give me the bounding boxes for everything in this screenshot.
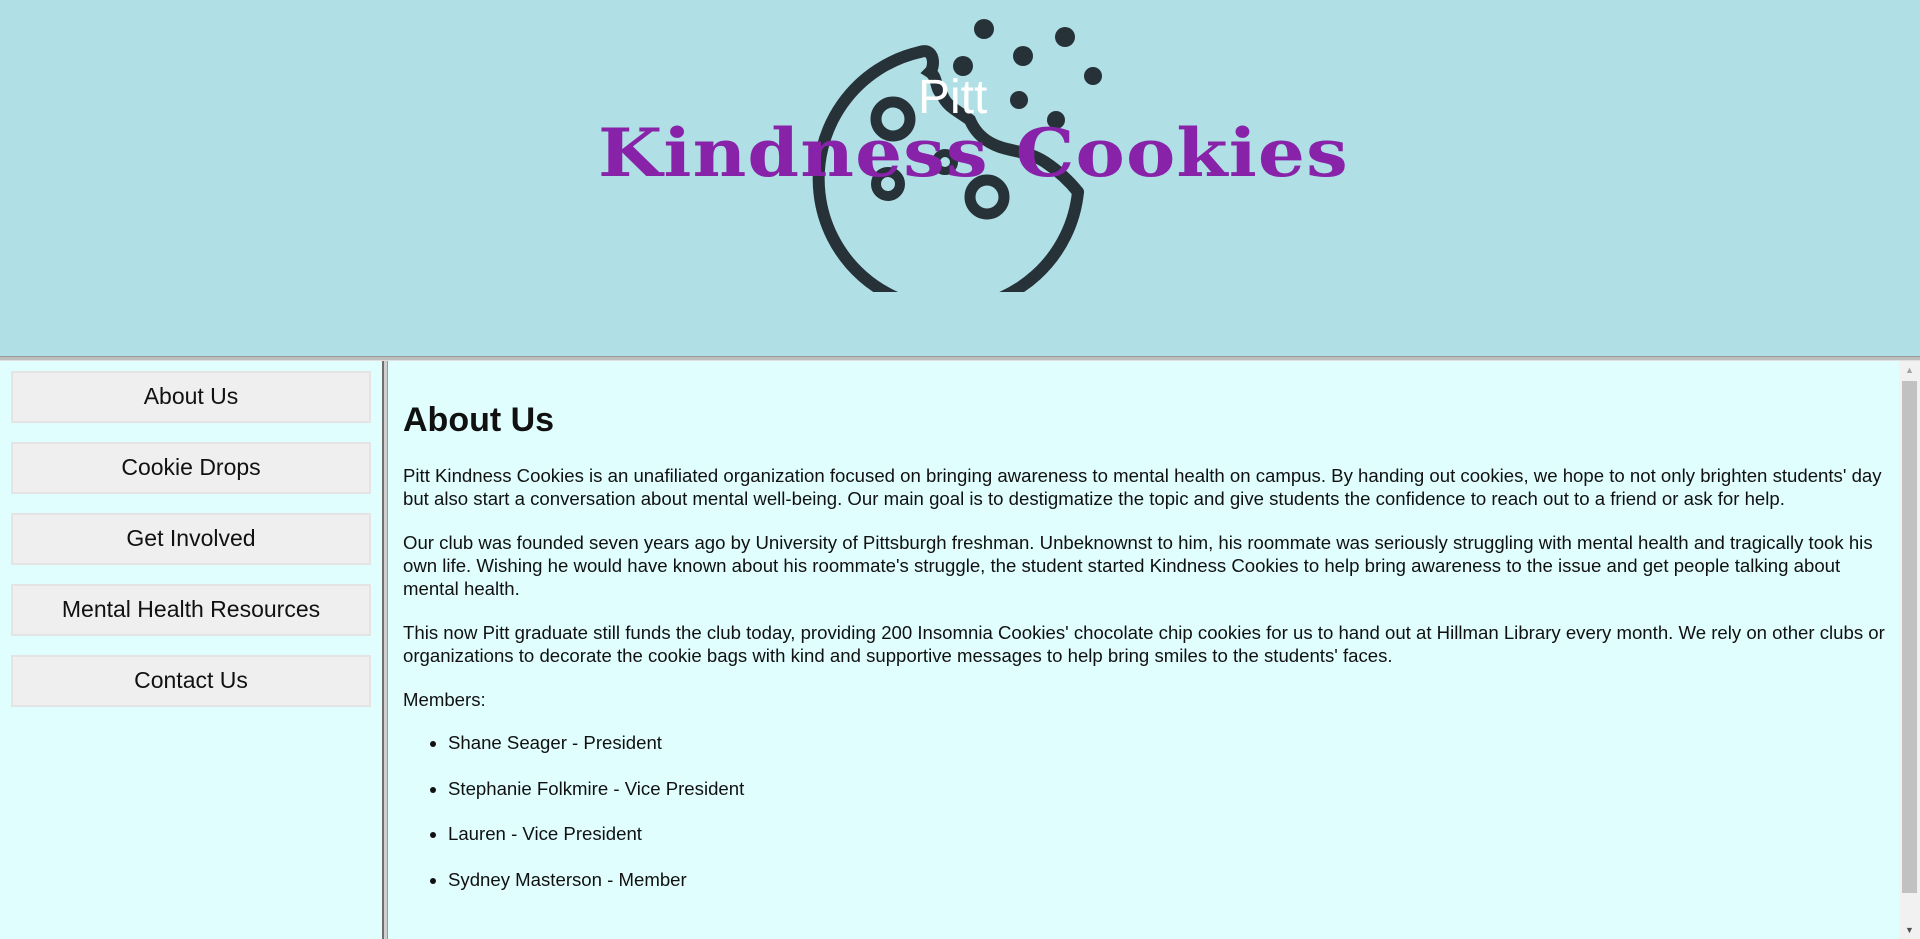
nav-contact-us-button[interactable]: Contact Us [11,655,371,707]
page-title: About Us [403,401,555,439]
about-paragraph: Our club was founded seven years ago by … [403,532,1873,599]
member-item: Sydney Masterson - Member [448,868,1885,891]
logo-brand-text: Kindness Cookies [598,114,1349,192]
sidebar-nav: About Us Cookie Drops Get Involved Menta… [0,361,382,939]
about-paragraph: This now Pitt graduate still funds the c… [403,622,1885,666]
vertical-scrollbar[interactable]: ▲ ▼ [1899,361,1920,939]
scrollbar-thumb[interactable] [1902,381,1917,893]
nav-cookie-drops-button[interactable]: Cookie Drops [11,442,371,494]
nav-mental-health-resources-button[interactable]: Mental Health Resources [11,584,371,636]
members-label: Members: [403,689,486,710]
member-item: Lauren - Vice President [448,822,1885,845]
members-list: Shane Seager - President Stephanie Folkm… [403,731,1885,891]
site-header: Pitt Kindness Cookies [0,0,1920,357]
site-logo[interactable]: Pitt Kindness Cookies [590,12,1348,292]
nav-about-us-button[interactable]: About Us [11,371,371,423]
arrow-up-icon[interactable]: ▲ [1899,361,1920,379]
arrow-down-icon[interactable]: ▼ [1899,921,1920,939]
member-item: Stephanie Folkmire - Vice President [448,777,1885,800]
main-content: About Us Pitt Kindness Cookies is an una… [388,361,1899,939]
nav-get-involved-button[interactable]: Get Involved [11,513,371,565]
about-paragraph: Pitt Kindness Cookies is an unafiliated … [403,465,1882,509]
member-item: Shane Seager - President [448,731,1885,754]
